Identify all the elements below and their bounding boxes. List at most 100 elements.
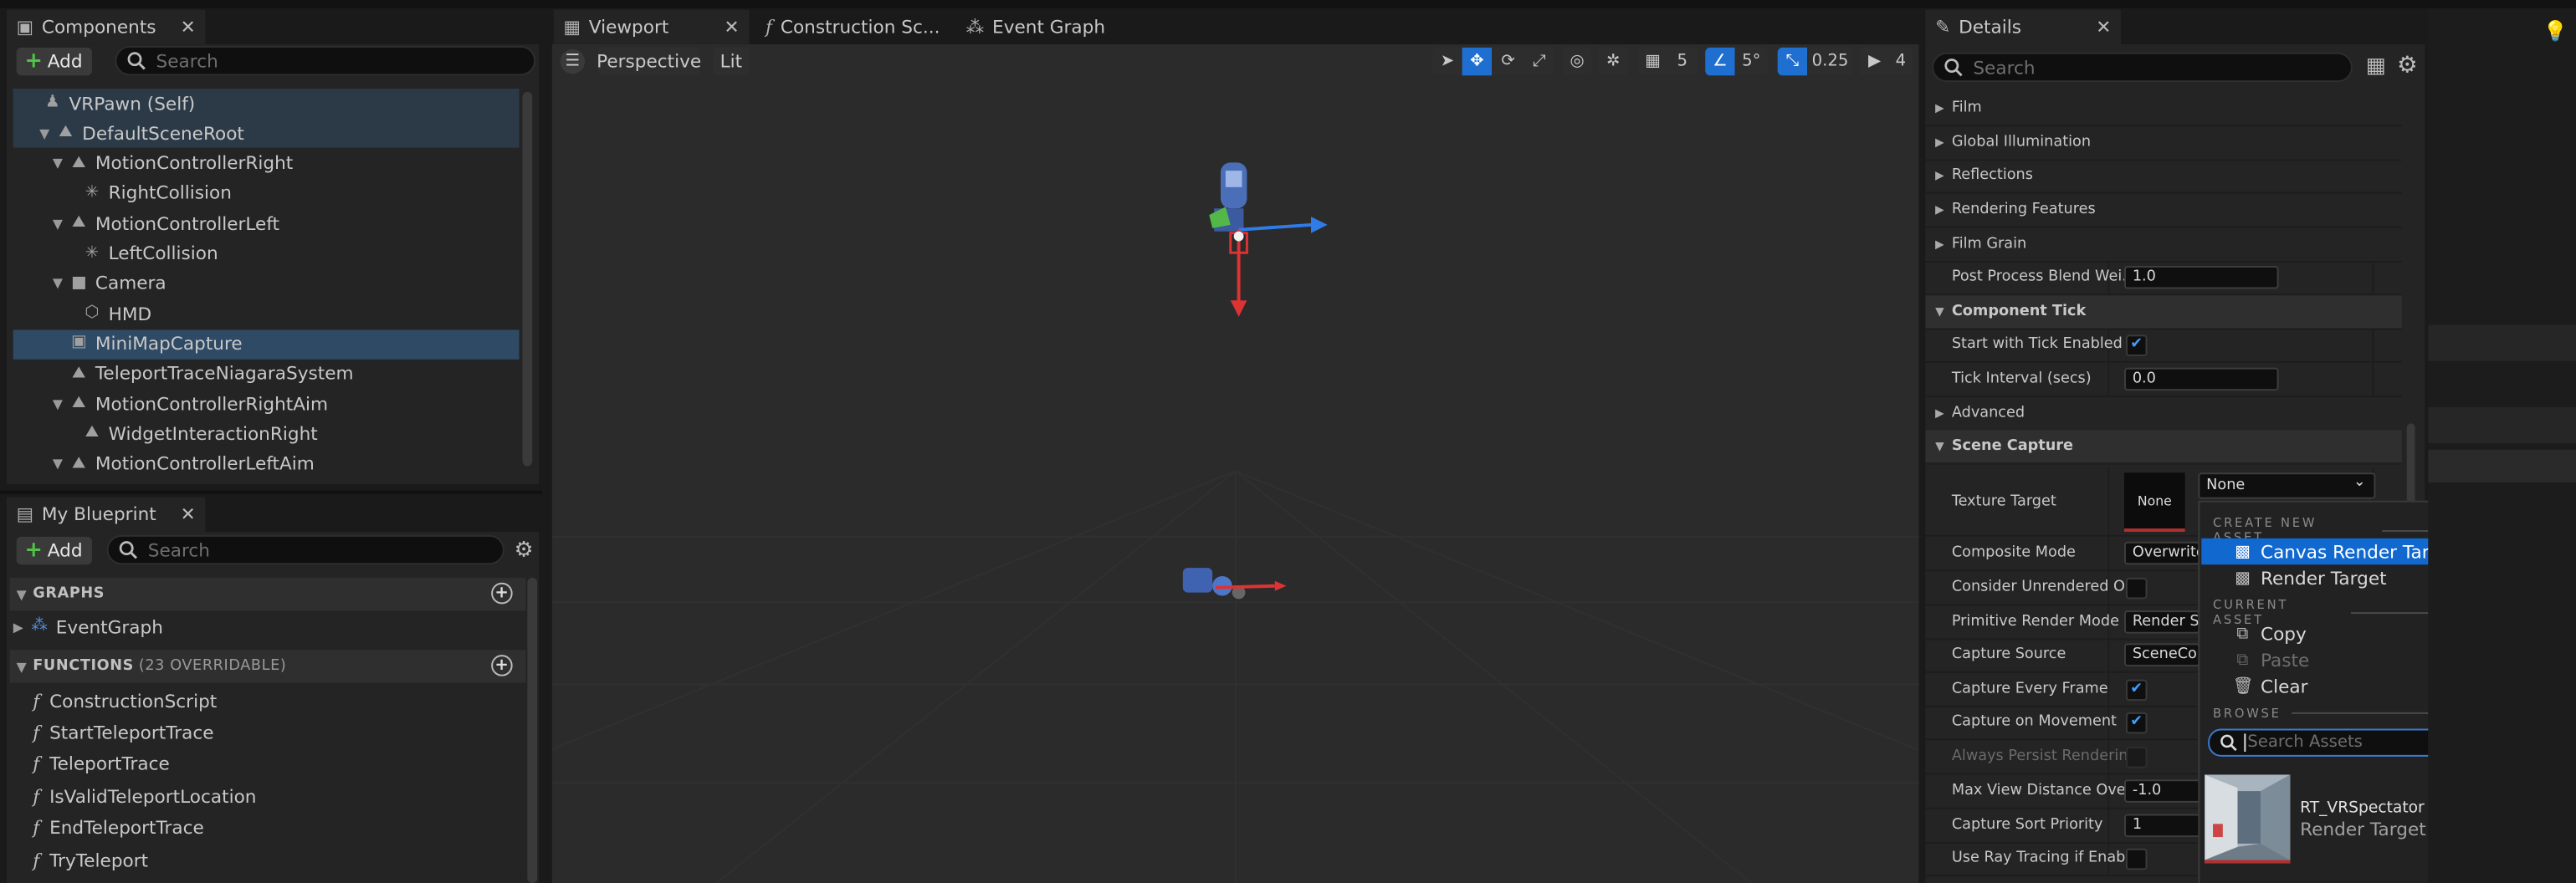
add-component-button[interactable]: + Add: [16, 47, 93, 76]
world-space-icon[interactable]: ◎: [1562, 47, 1592, 76]
tab-viewport[interactable]: ▦ Viewport ✕: [553, 9, 750, 44]
details-category[interactable]: ▶ Rendering Features: [1925, 194, 2402, 228]
checkbox[interactable]: [2125, 576, 2148, 599]
checkbox[interactable]: ✔: [2125, 678, 2148, 701]
scale-snap-value[interactable]: 0.25: [1807, 47, 1853, 76]
function-item[interactable]: f StartTeleportTrace: [33, 718, 213, 748]
grid-size-value[interactable]: 5: [1667, 47, 1698, 76]
rotate-tool-icon[interactable]: ⟳: [1491, 47, 1525, 76]
property-label: Component Tick: [1951, 304, 2087, 320]
blueprint-scrollbar[interactable]: [527, 577, 538, 883]
tree-item[interactable]: ▼ ⛰ MotionControllerLeftAim: [13, 449, 520, 478]
checkbox[interactable]: [2125, 746, 2148, 768]
angle-size-value[interactable]: 5°: [1734, 47, 1768, 76]
tab-components[interactable]: ▣ Components ✕: [6, 9, 206, 44]
tab-details[interactable]: ✎ Details ✕: [1925, 9, 2122, 44]
property-value-field[interactable]: Render Sce: [2123, 610, 2200, 634]
scale-snap-icon[interactable]: ⤡: [1777, 47, 1808, 76]
asset-thumbnail[interactable]: [2205, 774, 2291, 864]
perspective-button[interactable]: Perspective: [597, 47, 701, 76]
settings-gear-icon[interactable]: ⚙: [2397, 53, 2418, 79]
details-search-input[interactable]: Search: [1932, 52, 2353, 83]
tree-item[interactable]: ✳ RightCollision: [13, 179, 520, 208]
collapse-arrow-icon[interactable]: ▼: [53, 156, 69, 171]
hamburger-menu-icon[interactable]: ☰: [560, 48, 586, 74]
components-search-input[interactable]: Search: [115, 45, 536, 76]
column-divider: [2372, 328, 2374, 361]
functions-section-header[interactable]: ▼ FUNCTIONS (23 OVERRIDABLE) +: [9, 650, 526, 683]
settings-gear-icon[interactable]: ⚙: [515, 538, 534, 563]
lightbulb-icon[interactable]: 💡: [2543, 20, 2568, 43]
graphs-section-header[interactable]: ▼ GRAPHS +: [9, 577, 526, 611]
event-graph-item[interactable]: ▶ ⁂ EventGraph: [13, 612, 163, 641]
camera-speed-icon[interactable]: ▶: [1859, 47, 1890, 76]
add-blueprint-item-button[interactable]: + Add: [16, 536, 93, 565]
details-category[interactable]: ▼ Component Tick: [1925, 295, 2402, 330]
details-category[interactable]: ▶ Advanced: [1925, 397, 2402, 432]
tree-item[interactable]: ▼ ⛰ MotionControllerLeft: [13, 209, 520, 238]
function-item[interactable]: f ConstructionScript: [33, 686, 217, 715]
function-item[interactable]: f TeleportTrace: [33, 750, 169, 779]
tree-item[interactable]: ▼ ⛰ MotionControllerRight: [13, 149, 520, 178]
checkbox[interactable]: ✔: [2125, 711, 2148, 733]
texture-thumbnail[interactable]: None: [2123, 472, 2185, 532]
tree-item[interactable]: ▼ ■ Camera: [13, 269, 520, 299]
close-icon[interactable]: ✕: [181, 17, 196, 38]
tree-item-label: HMD: [108, 303, 152, 324]
tree-item[interactable]: ⛰ WidgetInteractionRight: [13, 419, 520, 448]
collision-icon: ✳: [85, 183, 100, 202]
viewport-icon: ▦: [563, 16, 581, 38]
grid-snap-icon[interactable]: ▦: [1637, 47, 1668, 76]
viewport-canvas[interactable]: [551, 43, 1919, 883]
collapse-arrow-icon[interactable]: ▼: [53, 216, 69, 231]
scale-tool-icon[interactable]: ⤢: [1524, 47, 1554, 76]
blueprint-search-input[interactable]: Search: [106, 534, 504, 565]
select-tool-icon[interactable]: ➤: [1432, 47, 1462, 76]
details-category[interactable]: ▶ Film Grain: [1925, 228, 2402, 263]
property-value-field[interactable]: Overwrite: [2123, 541, 2200, 565]
details-category[interactable]: ▼ Scene Capture: [1925, 430, 2402, 465]
table-view-icon[interactable]: ▦: [2366, 54, 2386, 79]
components-scrollbar[interactable]: [522, 91, 533, 467]
graph-icon: ⁂: [31, 617, 48, 635]
tree-item[interactable]: ▼ ⛰ DefaultSceneRoot: [13, 119, 520, 148]
add-function-icon[interactable]: +: [491, 655, 513, 676]
tree-item[interactable]: ♟ VRPawn (Self): [13, 89, 520, 118]
collapse-arrow-icon[interactable]: ▼: [53, 396, 69, 411]
property-label: Global Illumination: [1951, 134, 2092, 151]
property-value-field[interactable]: 0.0: [2123, 367, 2279, 391]
function-label: TryTeleport: [49, 849, 149, 871]
details-category[interactable]: ▶ Global Illumination: [1925, 126, 2402, 161]
translate-tool-icon[interactable]: ✥: [1462, 47, 1492, 76]
lit-button[interactable]: Lit: [713, 47, 750, 76]
texture-target-combo[interactable]: None ⌄: [2198, 472, 2376, 499]
tree-item[interactable]: ▼ ⛰ MotionControllerRightAim: [13, 389, 520, 418]
tree-item[interactable]: ⬡ HMD: [13, 299, 520, 328]
function-item[interactable]: f TryTeleport: [33, 845, 148, 875]
checkbox[interactable]: [2125, 847, 2148, 870]
add-graph-icon[interactable]: +: [491, 582, 513, 605]
surface-snap-icon[interactable]: ✲: [1598, 47, 1628, 76]
details-category[interactable]: ▶ Reflections: [1925, 159, 2402, 194]
tree-item[interactable]: ✳ LeftCollision: [13, 239, 520, 268]
function-item[interactable]: f IsValidTeleportLocation: [33, 782, 256, 811]
collapse-arrow-icon[interactable]: ▼: [39, 126, 56, 141]
collapse-arrow-icon[interactable]: ▼: [53, 457, 69, 472]
close-icon[interactable]: ✕: [2096, 17, 2111, 38]
camera-speed-value[interactable]: 4: [1889, 47, 1913, 76]
tree-item[interactable]: ▣ MiniMapCapture: [13, 329, 520, 358]
tab-my-blueprint[interactable]: ▤ My Blueprint ✕: [6, 497, 206, 532]
close-icon[interactable]: ✕: [181, 504, 196, 526]
details-scrollbar[interactable]: [2406, 423, 2415, 506]
angle-snap-icon[interactable]: ∠: [1705, 47, 1735, 76]
tab-event-graph[interactable]: ⁂ Event Graph: [956, 10, 1120, 44]
tab-construction-script[interactable]: f Construction Sc...: [755, 10, 950, 44]
property-value-field[interactable]: SceneColo: [2123, 643, 2200, 666]
tree-item[interactable]: ⛰ TeleportTraceNiagaraSystem: [13, 359, 520, 388]
function-item[interactable]: f EndTeleportTrace: [33, 814, 204, 843]
details-category[interactable]: ▶ Film: [1925, 92, 2402, 127]
checkbox[interactable]: ✔: [2125, 334, 2148, 355]
property-value-field[interactable]: 1.0: [2123, 265, 2279, 289]
close-icon[interactable]: ✕: [725, 17, 740, 38]
collapse-arrow-icon[interactable]: ▼: [53, 276, 69, 291]
